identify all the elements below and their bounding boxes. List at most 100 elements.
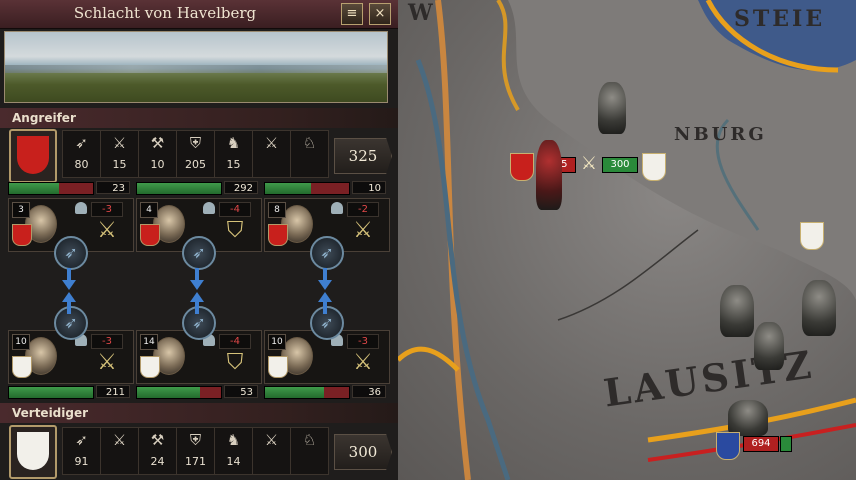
flank-hp-bar <box>8 182 94 195</box>
battle-panel: Schlacht von Havelberg ≡ × Angreifer ➶ 80… <box>0 0 398 480</box>
commander-skill: 14 <box>140 334 158 350</box>
unit-cell[interactable]: ➶ 80 <box>62 130 101 178</box>
crossed-swords-icon: ⚔ <box>580 153 598 174</box>
tactic-icon: ⛉ <box>226 218 244 243</box>
army-figure[interactable] <box>802 280 836 336</box>
terrain-image <box>4 31 388 103</box>
map-label-nburg: NBURG <box>674 124 767 145</box>
commander-skill: 4 <box>140 202 158 218</box>
flank-modifier: -2 <box>347 202 379 217</box>
commander-flag <box>140 224 160 246</box>
tactic-icon: ⛉ <box>226 350 244 375</box>
advance-up-arrow-icon <box>62 292 76 322</box>
attacker-coat-of-arms[interactable] <box>9 129 57 183</box>
tactic-icon: ⚔ <box>353 218 373 243</box>
unit-cell[interactable]: ♘ <box>290 427 329 475</box>
close-button[interactable]: × <box>369 3 391 25</box>
holding-flag[interactable] <box>800 222 824 250</box>
army-figure[interactable] <box>754 322 784 370</box>
unit-cell[interactable]: ⚔ <box>252 427 291 475</box>
tactic-icon: ⚔ <box>97 218 117 243</box>
unit-count: 10 <box>150 158 165 171</box>
commander-flag <box>12 356 32 378</box>
log-icon: ≡ <box>346 6 358 21</box>
map-view[interactable]: W STEIE NBURG LAUSITZ 325 ⚔ 300 694 <box>398 0 856 480</box>
battle-log-button[interactable]: ≡ <box>341 3 363 25</box>
title-bar: Schlacht von Havelberg ≡ × <box>0 0 398 29</box>
commander-skill: 3 <box>12 202 30 218</box>
battle-defender-flag[interactable] <box>642 153 666 181</box>
unit-cell[interactable]: ♘ <box>290 130 329 178</box>
defender-total: 300 <box>334 434 392 470</box>
unit-cell[interactable]: ⚔ <box>100 427 139 475</box>
commander-skill: 8 <box>268 202 286 218</box>
flank-troop-count: 23 <box>96 181 130 194</box>
flank-troop-count: 292 <box>224 181 258 194</box>
pikemen-icon: ⚒ <box>150 134 165 152</box>
flank-troop-count: 211 <box>96 385 130 398</box>
flank-modifier: -4 <box>219 334 251 349</box>
unit-cell[interactable]: ⚒ 24 <box>138 427 177 475</box>
unit-count: 80 <box>74 158 89 171</box>
archers-icon: ⛨ <box>189 134 202 152</box>
commander-skill: 10 <box>268 334 286 350</box>
attacker-unit-row: ➶ 80 ⚔ 15 ⚒ 10 ⛨ 205 ♞ 15 ⚔ ♘ <box>62 130 330 178</box>
unit-cell[interactable]: ♞ 15 <box>214 130 253 178</box>
light-infantry-icon: ➶ <box>75 431 88 449</box>
defender-coat-of-arms[interactable] <box>9 425 57 479</box>
combat-phase-icon: ➶ <box>54 236 88 270</box>
commander-flag <box>268 356 288 378</box>
advance-up-arrow-icon <box>318 292 332 322</box>
advance-up-arrow-icon <box>190 292 204 322</box>
defender-label: Verteidiger <box>12 406 89 420</box>
army-figure[interactable] <box>728 400 768 436</box>
close-icon: × <box>374 6 386 21</box>
flank-hp-bar <box>136 182 222 195</box>
unit-cell[interactable]: ⛨ 205 <box>176 130 215 178</box>
light-infantry-icon: ➶ <box>75 134 88 152</box>
horse-archers-icon: ♘ <box>302 134 317 152</box>
unit-count: 15 <box>226 158 241 171</box>
unit-cell[interactable]: ➶ 91 <box>62 427 101 475</box>
army-figure[interactable] <box>720 285 754 337</box>
commander-flag <box>12 224 32 246</box>
battle-attacker-flag[interactable] <box>510 153 534 181</box>
flank-modifier: -4 <box>219 202 251 217</box>
army-morale-bar <box>780 436 792 452</box>
flank-modifier: -3 <box>91 334 123 349</box>
unit-count: 205 <box>185 158 206 171</box>
light-cavalry-icon: ♞ <box>226 134 241 152</box>
flank-hp-bar <box>264 182 350 195</box>
map-label-steie: STEIE <box>734 6 826 32</box>
helmet-icon <box>203 202 215 214</box>
unit-cell[interactable]: ⚔ 15 <box>100 130 139 178</box>
helmet-icon <box>331 202 343 214</box>
combat-phase-icon: ➶ <box>182 236 216 270</box>
unit-cell[interactable]: ♞ 14 <box>214 427 253 475</box>
defender-army-figure[interactable] <box>598 82 626 134</box>
archers-icon: ⛨ <box>189 431 202 449</box>
horse-archers-icon: ♘ <box>302 431 317 449</box>
heavy-infantry-icon: ⚔ <box>112 431 127 449</box>
light-cavalry-icon: ♞ <box>226 431 241 449</box>
attacker-label: Angreifer <box>12 111 76 125</box>
unit-cell[interactable]: ⚔ <box>252 130 291 178</box>
knights-icon: ⚔ <box>264 134 279 152</box>
unit-cell[interactable]: ⚒ 10 <box>138 130 177 178</box>
attacker-army-figure[interactable] <box>536 140 562 210</box>
unit-cell[interactable]: ⛨ 171 <box>176 427 215 475</box>
flank-hp-bar <box>264 386 350 399</box>
commander-skill: 10 <box>12 334 30 350</box>
defender-header: Verteidiger <box>0 403 398 423</box>
unit-count: 14 <box>226 455 241 468</box>
helmet-icon <box>75 202 87 214</box>
map-label-w: W <box>408 0 436 26</box>
army-flag[interactable] <box>716 432 740 460</box>
tactic-icon: ⚔ <box>97 350 117 375</box>
unit-count: 91 <box>74 455 89 468</box>
flank-hp-bar <box>8 386 94 399</box>
battle-defender-strength: 300 <box>602 157 638 173</box>
flank-modifier: -3 <box>347 334 379 349</box>
army-strength[interactable]: 694 <box>743 436 779 452</box>
unit-count: 15 <box>112 158 127 171</box>
